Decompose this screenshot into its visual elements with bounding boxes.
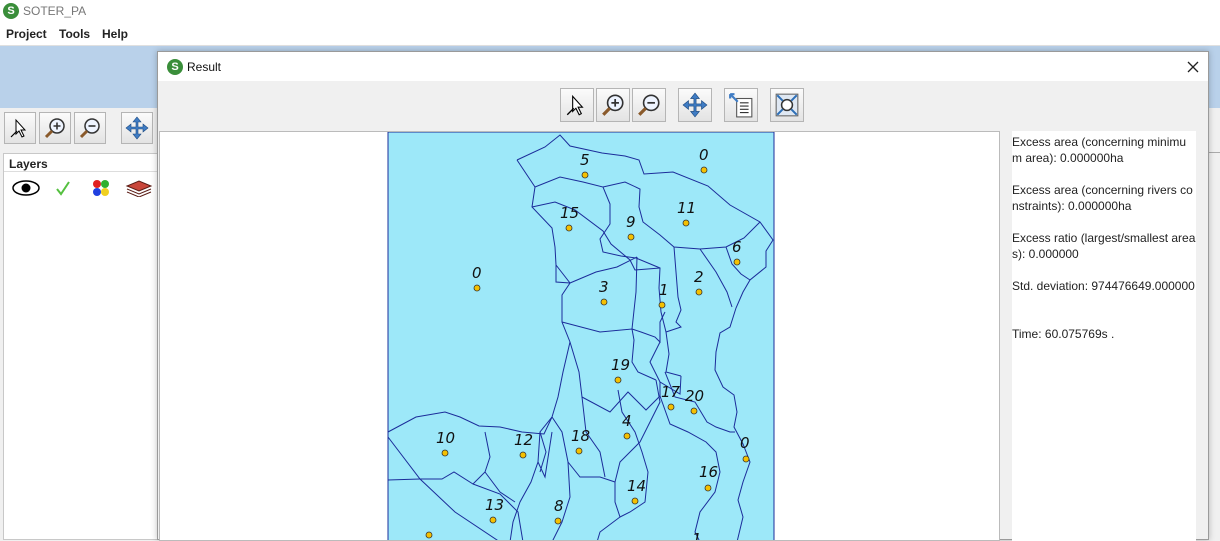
app-title: SOTER_PA bbox=[23, 4, 87, 18]
menubar: Project Tools Help bbox=[0, 23, 1220, 46]
zoom-extent-button[interactable] bbox=[770, 88, 804, 122]
centroid-point[interactable] bbox=[631, 497, 639, 505]
pan-icon bbox=[682, 92, 708, 118]
layers-header: Layers bbox=[9, 157, 48, 171]
main-toolbar bbox=[0, 108, 158, 152]
zoom-extent-icon bbox=[775, 93, 799, 117]
select-pointer-icon bbox=[10, 118, 27, 138]
centroid-point[interactable] bbox=[554, 517, 562, 525]
legend-button[interactable] bbox=[724, 88, 758, 122]
centroid-point[interactable] bbox=[614, 376, 622, 384]
centroid-point[interactable] bbox=[742, 455, 750, 463]
zoom-out-icon bbox=[638, 94, 660, 116]
soter-logo-icon: S bbox=[3, 3, 19, 19]
app-titlebar: S SOTER_PA bbox=[0, 0, 1220, 23]
centroid-point[interactable] bbox=[565, 224, 573, 232]
select-button[interactable] bbox=[4, 112, 36, 144]
polygon-label: 16 bbox=[699, 463, 718, 481]
menu-tools[interactable]: Tools bbox=[59, 27, 90, 41]
menu-help[interactable]: Help bbox=[102, 27, 128, 41]
centroid-point[interactable] bbox=[667, 403, 675, 411]
centroid-point[interactable] bbox=[704, 484, 712, 492]
results-panel: Excess area (concerning minimum area): 0… bbox=[1012, 131, 1196, 541]
polygon-label: 13 bbox=[485, 496, 504, 514]
polygon-label: 18 bbox=[571, 427, 590, 445]
polygon-label: 0 bbox=[740, 434, 750, 452]
zoom-out-button[interactable] bbox=[632, 88, 666, 122]
polygon-label: 5 bbox=[580, 151, 590, 169]
polygon-label: 15 bbox=[560, 204, 579, 222]
close-button[interactable] bbox=[1180, 55, 1206, 79]
centroid-point[interactable] bbox=[425, 531, 433, 539]
legend-icon bbox=[729, 93, 753, 118]
excess-area-rivers-text: Excess area (concerning rivers constrain… bbox=[1012, 183, 1193, 213]
polygon-label: 17 bbox=[661, 383, 681, 401]
dialog-title: Result bbox=[187, 60, 222, 74]
zoom-in-icon bbox=[44, 118, 65, 139]
polygon-label: 4 bbox=[622, 412, 632, 430]
pan-button[interactable] bbox=[678, 88, 712, 122]
layers-divider bbox=[4, 171, 157, 172]
excess-ratio-text: Excess ratio (largest/smallest areas): 0… bbox=[1012, 231, 1196, 261]
polygon-label: 3 bbox=[599, 278, 609, 296]
polygon-label: 6 bbox=[732, 238, 742, 256]
polygon-label: 14 bbox=[627, 477, 646, 495]
centroid-point[interactable] bbox=[581, 171, 589, 179]
polygon-label: 1 bbox=[659, 281, 669, 299]
polygon-label: 2 bbox=[694, 268, 704, 286]
polygon-label: 11 bbox=[677, 199, 696, 217]
zoom-in-button[interactable] bbox=[596, 88, 630, 122]
polygon-label: 20 bbox=[685, 387, 704, 405]
result-dialog: S Result 5 0 15 9 11 6 0 3 1 2 19 17 20 … bbox=[157, 51, 1209, 541]
layers-panel: Layers bbox=[3, 153, 158, 540]
centroid-point[interactable] bbox=[700, 166, 708, 174]
polygon-label: 9 bbox=[626, 213, 636, 231]
colors-icon[interactable] bbox=[88, 179, 116, 197]
polygon-label: 12 bbox=[514, 431, 533, 449]
polygon-label: 8 bbox=[554, 497, 564, 515]
polygon-label: 0 bbox=[699, 146, 709, 164]
dialog-titlebar: S Result bbox=[158, 52, 1208, 81]
excess-area-min-text: Excess area (concerning minimum area): 0… bbox=[1012, 135, 1187, 165]
polygon-label: 1 bbox=[692, 530, 702, 541]
polygon-label: 10 bbox=[436, 429, 455, 447]
pan-icon bbox=[125, 116, 149, 140]
centroid-point[interactable] bbox=[441, 449, 449, 457]
centroid-point[interactable] bbox=[658, 301, 666, 309]
std-deviation-text: Std. deviation: 974476649.000000 bbox=[1012, 279, 1195, 293]
centroid-point[interactable] bbox=[575, 447, 583, 455]
dialog-toolbar bbox=[158, 81, 1208, 131]
centroid-point[interactable] bbox=[489, 516, 497, 524]
close-icon bbox=[1187, 61, 1199, 73]
zoom-in-icon bbox=[602, 94, 624, 116]
pan-button[interactable] bbox=[121, 112, 153, 144]
select-button[interactable] bbox=[560, 88, 594, 122]
result-map: 5 0 15 9 11 6 0 3 1 2 19 17 20 4 0 10 12… bbox=[387, 132, 775, 541]
soter-logo-icon: S bbox=[167, 59, 183, 75]
visibility-eye-icon[interactable] bbox=[12, 179, 40, 197]
zoom-out-icon bbox=[79, 118, 100, 139]
zoom-in-button[interactable] bbox=[39, 112, 71, 144]
time-text: Time: 60.075769s . bbox=[1012, 327, 1115, 341]
checkmark-icon[interactable] bbox=[50, 179, 78, 197]
centroid-point[interactable] bbox=[519, 451, 527, 459]
centroid-point[interactable] bbox=[473, 284, 481, 292]
polygon-label: 0 bbox=[472, 264, 482, 282]
centroid-point[interactable] bbox=[695, 288, 703, 296]
centroid-point[interactable] bbox=[600, 298, 608, 306]
centroid-point[interactable] bbox=[682, 219, 690, 227]
centroid-point[interactable] bbox=[733, 258, 741, 266]
zoom-out-button[interactable] bbox=[74, 112, 106, 144]
menu-project[interactable]: Project bbox=[6, 27, 47, 41]
layer-stack-icon[interactable] bbox=[125, 179, 153, 197]
map-canvas[interactable]: 5 0 15 9 11 6 0 3 1 2 19 17 20 4 0 10 12… bbox=[159, 131, 1000, 541]
centroid-point[interactable] bbox=[623, 432, 631, 440]
main-right-edge bbox=[1208, 108, 1220, 540]
polygon-label: 19 bbox=[611, 356, 630, 374]
centroid-point[interactable] bbox=[690, 407, 698, 415]
centroid-point[interactable] bbox=[627, 233, 635, 241]
select-pointer-icon bbox=[566, 94, 584, 116]
